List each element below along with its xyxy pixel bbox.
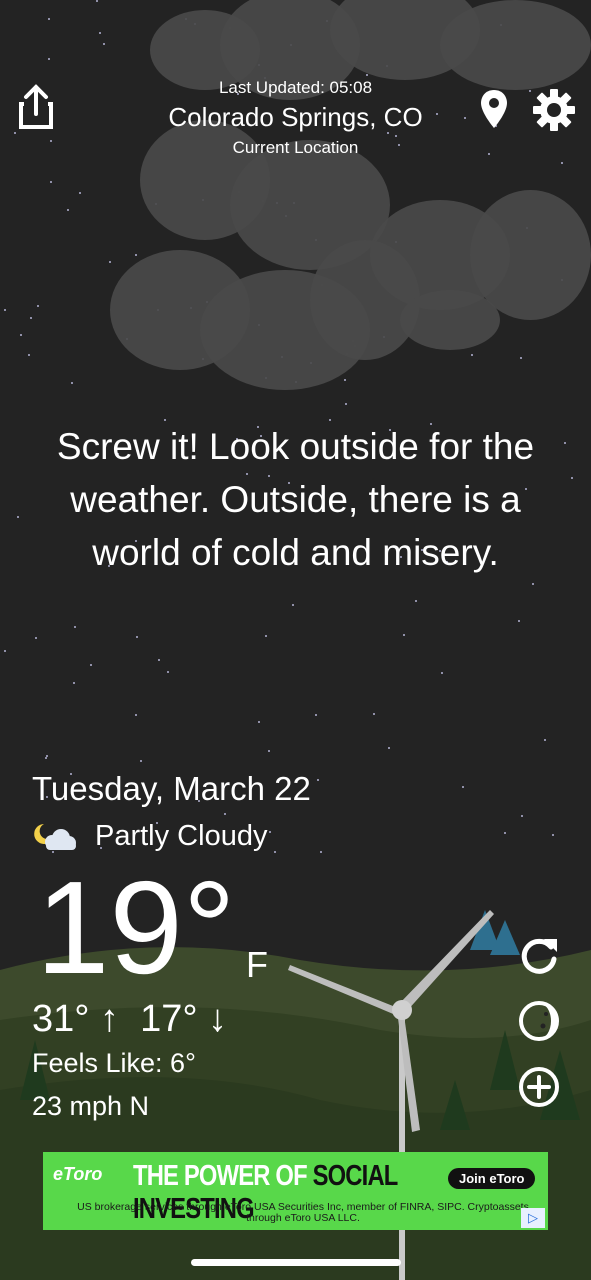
wind-label: 23 mph N bbox=[32, 1091, 150, 1121]
location-pin-icon bbox=[481, 90, 507, 128]
ad-logo: eToro bbox=[53, 1164, 103, 1184]
feels-like-label: Feels Like: 6° bbox=[32, 1048, 196, 1078]
moon-button[interactable] bbox=[516, 998, 562, 1044]
ad-join-button[interactable]: Join eToro bbox=[448, 1168, 536, 1189]
snarky-forecast-text: Screw it! Look outside for the weather. … bbox=[56, 426, 535, 573]
home-indicator[interactable] bbox=[191, 1259, 401, 1266]
current-temperature: 19° bbox=[36, 854, 236, 1001]
date-label: Tuesday, March 22 bbox=[32, 770, 311, 807]
refresh-icon bbox=[521, 938, 557, 974]
add-location-button[interactable] bbox=[516, 1064, 562, 1110]
settings-button[interactable] bbox=[530, 86, 578, 134]
condition-label: Partly Cloudy bbox=[95, 820, 268, 852]
ad-fine-print: US brokerage services through eToro USA … bbox=[77, 1201, 529, 1224]
ad-headline-prefix: THE POWER OF bbox=[133, 1160, 308, 1192]
ad-choices-icon[interactable]: ▷ bbox=[521, 1208, 545, 1228]
add-icon bbox=[519, 1067, 559, 1107]
gear-icon bbox=[533, 89, 575, 131]
high-low-temperature: 31° ↑ 17° ↓ bbox=[32, 998, 228, 1040]
location-button[interactable] bbox=[476, 86, 512, 132]
partly-cloudy-night-icon bbox=[34, 824, 76, 850]
temperature-unit: F bbox=[246, 944, 268, 985]
ad-banner[interactable]: eToro THE POWER OF SOCIAL INVESTING Join… bbox=[43, 1152, 548, 1230]
moon-icon bbox=[519, 1001, 559, 1041]
location-label: Current Location bbox=[232, 138, 359, 157]
refresh-button[interactable] bbox=[516, 932, 562, 978]
